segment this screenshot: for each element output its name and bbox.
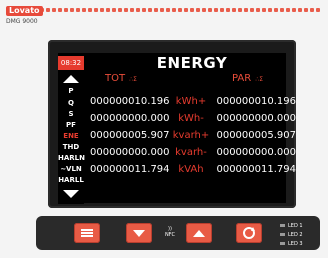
led-panel: LED 1 LED 2 LED 3 [280, 222, 316, 248]
down-button[interactable] [126, 223, 152, 243]
par-value: 000000000.000 [216, 147, 296, 158]
par-value: 000000010.196 [216, 96, 296, 107]
energy-row: 000000010.196 kWh+ 000000010.196 [90, 95, 296, 109]
refresh-icon [243, 227, 255, 239]
energy-row: 000000000.000 kWh- 000000000.000 [90, 112, 296, 126]
led-2-label: LED 2 [288, 232, 303, 238]
model-label: DMG 9000 [6, 18, 38, 25]
menu-up-arrow-icon [63, 75, 79, 83]
menu-item-harln: HARLN [58, 154, 85, 162]
led-3-label: LED 3 [288, 241, 303, 247]
energy-row: 000000000.000 kvarh- 000000000.000 [90, 146, 296, 160]
tot-value: 000000000.000 [90, 113, 170, 124]
led-1: LED 1 [280, 222, 316, 230]
decorative-dots [40, 8, 322, 14]
menu-down-arrow-icon [63, 190, 79, 198]
chevron-up-icon [193, 230, 205, 237]
led-lamp-icon [280, 242, 285, 245]
unit-label: kWh- [178, 113, 204, 124]
tot-value: 000000010.196 [90, 96, 170, 107]
led-lamp-icon [280, 233, 285, 236]
brand-strip: Lovato DMG 9000 [6, 6, 322, 25]
par-value: 000000000.000 [216, 113, 296, 124]
column-header-tot: TOT ∴Σ [105, 73, 137, 86]
menu-item-q: Q [68, 99, 74, 107]
column-header-tot-label: TOT [105, 73, 126, 84]
unit-label: kWh+ [175, 96, 207, 107]
unit-label: kvarh- [175, 147, 207, 158]
menu-item-ene: ENE [63, 132, 79, 140]
up-button[interactable] [186, 223, 212, 243]
menu-button[interactable] [74, 223, 100, 243]
nfc-label: )) NFC [164, 226, 176, 238]
par-value: 000000005.907 [216, 130, 296, 141]
energy-row: 000000011.794 kVAh 000000011.794 [90, 163, 296, 177]
menu-item-s: S [68, 110, 74, 118]
brand-logo: Lovato [6, 6, 43, 16]
reset-button[interactable] [236, 223, 262, 243]
menu-item-vln: ~VLN [60, 165, 82, 173]
unit-label: kVAh [178, 164, 204, 175]
par-value: 000000011.794 [216, 164, 296, 175]
tot-value: 000000005.907 [90, 130, 170, 141]
led-1-label: LED 1 [288, 223, 303, 229]
tot-value: 000000011.794 [90, 164, 170, 175]
sum-symbol-icon: ∴Σ [129, 76, 137, 83]
chevron-down-icon [133, 230, 145, 237]
sum-symbol-icon: ∴Σ [255, 76, 263, 83]
energy-row: 000000005.907 kvarh+ 000000005.907 [90, 129, 296, 143]
led-2: LED 2 [280, 231, 316, 239]
unit-label: kvarh+ [172, 130, 210, 141]
led-3: LED 3 [280, 240, 316, 248]
menu-item-pf: PF [66, 121, 76, 129]
tot-value: 000000000.000 [90, 147, 170, 158]
menu-item-harll: HARLL [58, 176, 84, 184]
column-header-par-label: PAR [232, 73, 252, 84]
menu-item-p: P [68, 87, 74, 95]
device-panel: Lovato DMG 9000 08:32 ENERGY P Q S PF EN… [0, 0, 328, 258]
time-badge: 08:32 [58, 56, 84, 70]
column-header-par: PAR ∴Σ [232, 73, 263, 86]
page-title: ENERGY [156, 54, 228, 72]
menu-icon [81, 229, 93, 237]
led-lamp-icon [280, 224, 285, 227]
menu-item-thd: THD [62, 143, 80, 151]
nfc-text: NFC [164, 232, 176, 238]
